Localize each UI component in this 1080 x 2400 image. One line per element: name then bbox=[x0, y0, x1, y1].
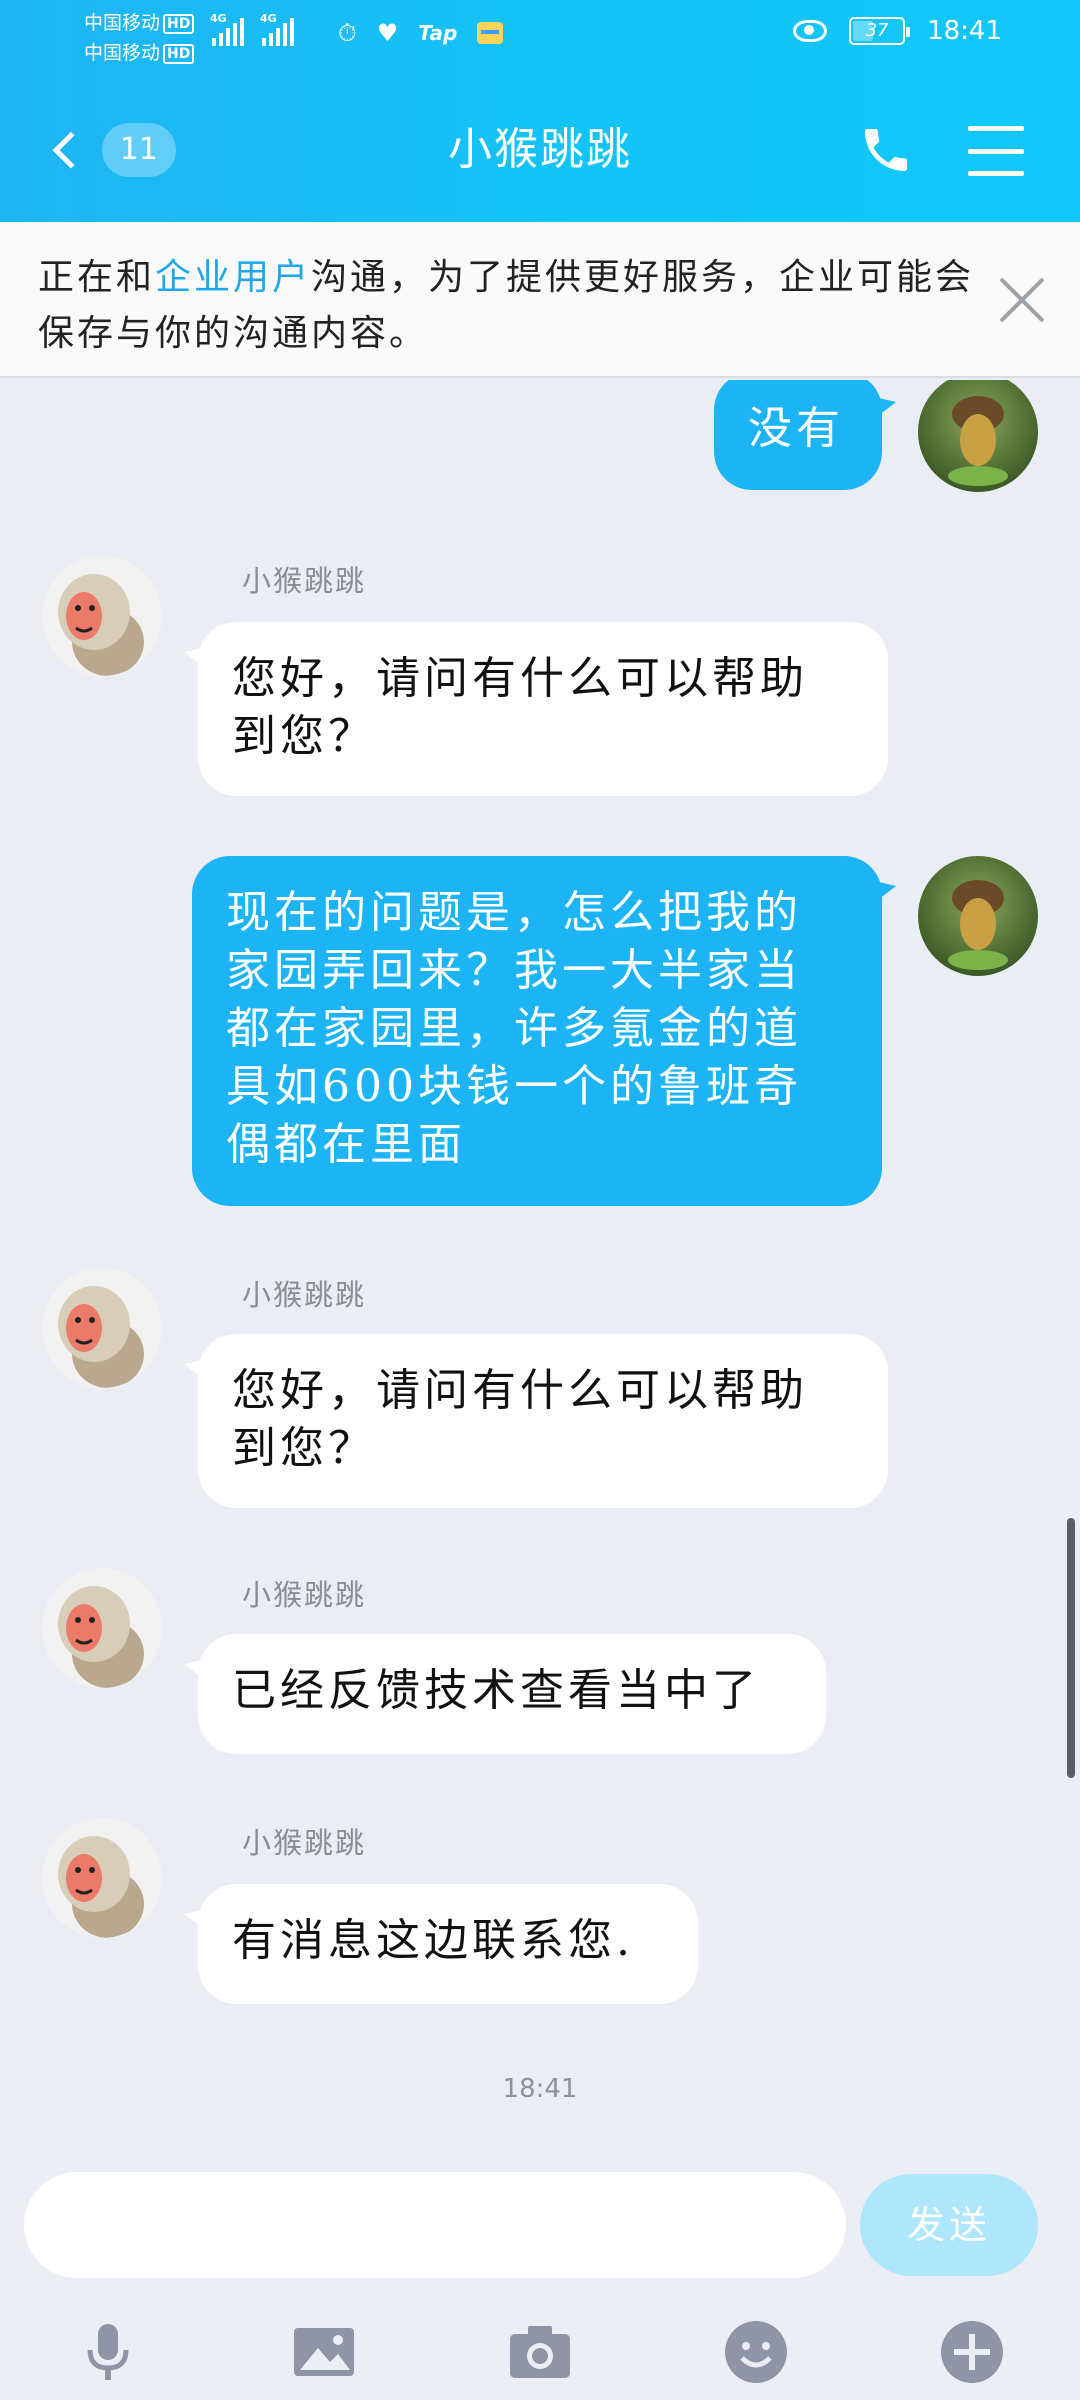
contact-avatar[interactable] bbox=[42, 1568, 162, 1688]
heart-icon: ♥ bbox=[376, 19, 399, 47]
network-type: 4G bbox=[260, 12, 277, 25]
network-type: 4G bbox=[210, 12, 227, 25]
carrier-label-2: 中国移动 bbox=[84, 42, 161, 64]
more-button[interactable] bbox=[936, 2316, 1008, 2388]
tap-app-icon: Tap bbox=[418, 21, 458, 45]
camera-icon bbox=[510, 2326, 570, 2378]
contact-avatar[interactable] bbox=[42, 1818, 162, 1938]
message-text: 已经反馈技术查看当中了 bbox=[232, 1665, 760, 1716]
timer-icon: ⏱ bbox=[338, 19, 357, 47]
sender-name: 小猴跳跳 bbox=[242, 1578, 367, 1612]
sender-name: 小猴跳跳 bbox=[242, 1826, 367, 1860]
chat-message-list[interactable]: 没有 小猴跳跳 您好，请问有什么可以帮助到您？ 现在的问题是，怎么把我的家园弄回… bbox=[0, 380, 1080, 2170]
message-bubble-incoming[interactable]: 您好，请问有什么可以帮助到您？ bbox=[184, 1334, 888, 1508]
battery-icon: 37 bbox=[849, 17, 911, 45]
monkey-avatar-image bbox=[42, 1818, 162, 1938]
plus-icon bbox=[941, 2321, 1003, 2383]
nav-bar: 11 小猴跳跳 bbox=[0, 100, 1080, 200]
emoji-button[interactable] bbox=[720, 2316, 792, 2388]
notice-prefix: 正在和 bbox=[38, 257, 156, 298]
signal-icon: 4G bbox=[260, 12, 294, 46]
image-button[interactable] bbox=[288, 2316, 360, 2388]
input-bar: 发送 bbox=[0, 2150, 1080, 2400]
hd-badge: HD bbox=[163, 13, 195, 34]
my-avatar[interactable] bbox=[918, 856, 1038, 976]
close-icon[interactable] bbox=[994, 270, 1050, 326]
message-bubble-incoming[interactable]: 有消息这边联系您. bbox=[184, 1884, 698, 2004]
chat-scrollbar[interactable] bbox=[1067, 1518, 1075, 1778]
message-text: 现在的问题是，怎么把我的家园弄回来？我一大半家当都在家园里，许多氪金的道具如60… bbox=[226, 887, 802, 1170]
my-avatar-image bbox=[918, 380, 1038, 492]
carrier-label-1: 中国移动 bbox=[84, 12, 161, 34]
image-icon bbox=[294, 2328, 354, 2376]
message-text: 没有 bbox=[748, 403, 844, 454]
enterprise-user-link[interactable]: 企业用户 bbox=[155, 257, 311, 298]
microphone-icon bbox=[87, 2324, 129, 2380]
monkey-avatar-image bbox=[42, 1568, 162, 1688]
input-toolbar bbox=[0, 2306, 1080, 2400]
carrier-info: 中国移动 HD 中国移动 HD bbox=[84, 8, 195, 68]
my-avatar[interactable] bbox=[918, 380, 1038, 492]
contact-avatar[interactable] bbox=[42, 1268, 162, 1388]
sender-name: 小猴跳跳 bbox=[242, 1278, 367, 1312]
signal-icon: 4G bbox=[210, 12, 244, 46]
status-right: 37 18:41 bbox=[793, 16, 1002, 46]
message-bubble-outgoing[interactable]: 现在的问题是，怎么把我的家园弄回来？我一大半家当都在家园里，许多氪金的道具如60… bbox=[192, 856, 896, 1206]
emoji-icon bbox=[725, 2321, 787, 2383]
phone-icon bbox=[865, 129, 907, 171]
phone-call-button[interactable] bbox=[858, 122, 918, 182]
message-bubble-outgoing[interactable]: 没有 bbox=[714, 380, 896, 490]
message-input[interactable] bbox=[24, 2172, 846, 2278]
notification-icons: ⏱ ♥ Tap bbox=[338, 18, 504, 48]
message-bubble-incoming[interactable]: 已经反馈技术查看当中了 bbox=[184, 1634, 826, 1754]
status-time: 18:41 bbox=[927, 16, 1002, 46]
send-button[interactable]: 发送 bbox=[860, 2174, 1038, 2276]
message-timestamp: 18:41 bbox=[502, 2074, 578, 2104]
camera-button[interactable] bbox=[504, 2316, 576, 2388]
notice-text: 正在和企业用户沟通，为了提供更好服务，企业可能会保存与你的沟通内容。 bbox=[38, 250, 978, 362]
monkey-avatar-image bbox=[42, 556, 162, 676]
eye-comfort-icon bbox=[793, 20, 828, 42]
hd-badge: HD bbox=[163, 43, 195, 64]
message-text: 您好，请问有什么可以帮助到您？ bbox=[232, 653, 808, 762]
app-header: 中国移动 HD 中国移动 HD 4G 4G ⏱ ♥ Tap 37 18:41 1… bbox=[0, 0, 1080, 222]
battery-level: 37 bbox=[865, 20, 889, 41]
monkey-avatar-image bbox=[42, 1268, 162, 1388]
chat-title: 小猴跳跳 bbox=[448, 124, 632, 175]
status-bar: 中国移动 HD 中国移动 HD 4G 4G ⏱ ♥ Tap 37 18:41 bbox=[0, 0, 1080, 70]
sender-name: 小猴跳跳 bbox=[242, 564, 367, 598]
menu-button[interactable] bbox=[968, 126, 1024, 176]
message-bubble-incoming[interactable]: 您好，请问有什么可以帮助到您？ bbox=[184, 622, 888, 796]
wallet-icon bbox=[477, 22, 504, 44]
my-avatar-image bbox=[918, 856, 1038, 976]
message-text: 您好，请问有什么可以帮助到您？ bbox=[232, 1365, 808, 1474]
contact-avatar[interactable] bbox=[42, 556, 162, 676]
voice-button[interactable] bbox=[72, 2316, 144, 2388]
message-text: 有消息这边联系您. bbox=[232, 1915, 634, 1966]
enterprise-notice-banner: 正在和企业用户沟通，为了提供更好服务，企业可能会保存与你的沟通内容。 bbox=[0, 222, 1080, 378]
signal-icons: 4G 4G bbox=[210, 12, 294, 46]
